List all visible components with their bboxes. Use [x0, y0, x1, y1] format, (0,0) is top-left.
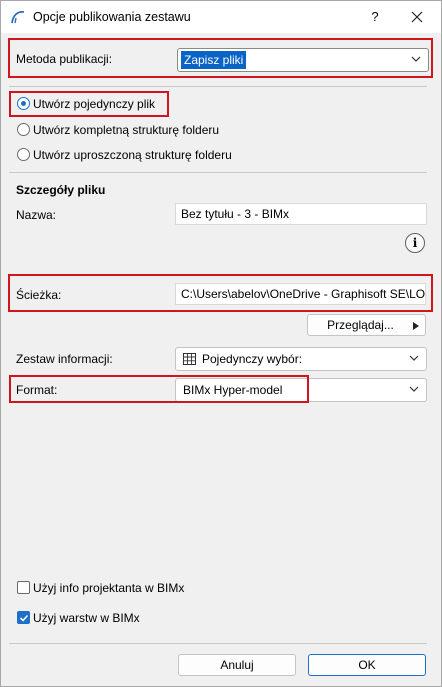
- checkbox-layers[interactable]: [17, 611, 30, 624]
- info-set-value: Pojedynczy wybór:: [202, 352, 303, 366]
- radio-full-folder-label[interactable]: Utwórz kompletną strukturę folderu: [33, 123, 219, 137]
- checkbox-layers-label[interactable]: Użyj warstw w BIMx: [33, 611, 140, 625]
- highlight-path: [8, 274, 433, 312]
- chevron-down-icon: [409, 355, 419, 361]
- file-details-heading: Szczegóły pliku: [16, 183, 106, 197]
- highlight-format: [9, 375, 309, 403]
- browse-button[interactable]: Przeglądaj...: [307, 314, 426, 336]
- name-input[interactable]: Bez tytułu - 3 - BIMx: [175, 203, 427, 225]
- radio-simple-folder-label[interactable]: Utwórz uproszczoną strukturę folderu: [33, 148, 232, 162]
- table-icon: [183, 353, 196, 365]
- close-icon[interactable]: [404, 4, 430, 30]
- browse-button-label: Przeglądaj...: [327, 318, 394, 332]
- info-set-dropdown[interactable]: Pojedynczy wybór:: [175, 347, 427, 371]
- archicad-icon: [11, 10, 25, 24]
- name-label: Nazwa:: [16, 208, 57, 222]
- cancel-button[interactable]: Anuluj: [178, 654, 296, 676]
- checkmark-icon: [19, 614, 29, 622]
- highlight-publish-method: [8, 38, 433, 78]
- info-set-label: Zestaw informacji:: [16, 352, 113, 366]
- checkbox-designer-info[interactable]: [17, 581, 30, 594]
- play-icon: [413, 322, 419, 330]
- separator: [9, 86, 427, 87]
- ok-button[interactable]: OK: [308, 654, 426, 676]
- separator: [9, 172, 427, 173]
- radio-simple-folder[interactable]: [17, 148, 30, 161]
- checkbox-designer-info-label[interactable]: Użyj info projektanta w BIMx: [33, 581, 184, 595]
- title-bar: Opcje publikowania zestawu ?: [1, 1, 441, 33]
- dialog-window: Opcje publikowania zestawu ? Metoda publ…: [0, 0, 442, 687]
- highlight-single-file: [9, 91, 169, 117]
- separator: [9, 643, 427, 644]
- radio-full-folder[interactable]: [17, 123, 30, 136]
- info-icon[interactable]: i: [405, 233, 425, 253]
- window-title: Opcje publikowania zestawu: [33, 10, 191, 24]
- help-button[interactable]: ?: [363, 4, 387, 30]
- chevron-down-icon: [409, 386, 419, 392]
